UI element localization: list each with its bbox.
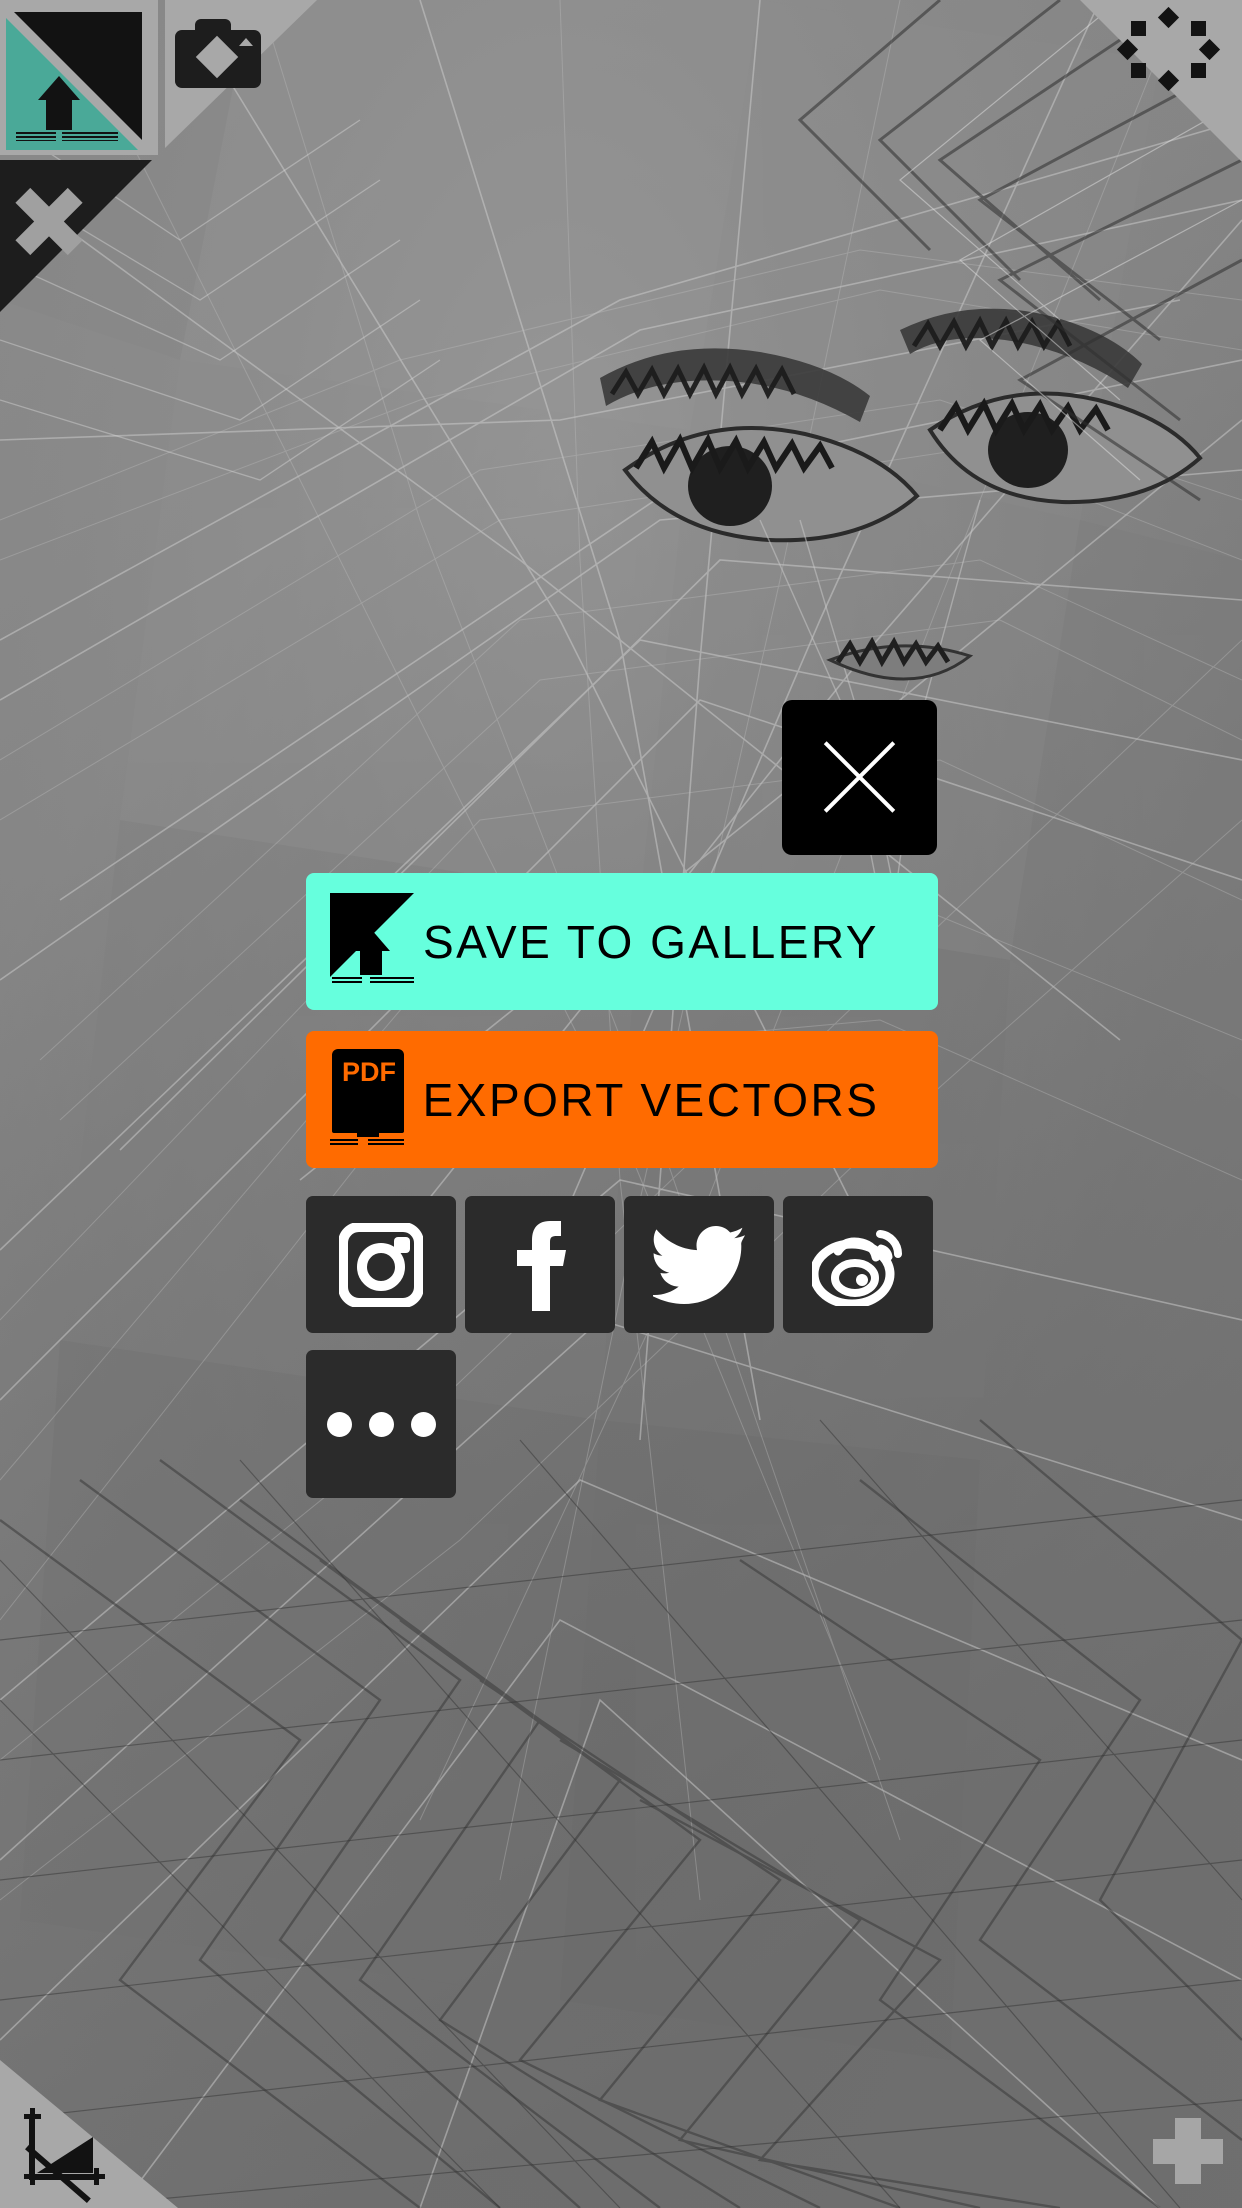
close-corner-tool[interactable]: [0, 160, 152, 312]
add-corner-tool[interactable]: [1120, 2080, 1242, 2208]
close-sheet-button[interactable]: [782, 700, 937, 855]
weibo-icon: [812, 1229, 903, 1306]
triangle-nodes-corner-tool[interactable]: [0, 2060, 178, 2208]
share-twitter-button[interactable]: [624, 1196, 774, 1333]
camera-flash-icon: [239, 38, 253, 46]
point-pattern-icon-dot-2: [1131, 21, 1146, 36]
save-to-gallery-corner-tool[interactable]: [0, 0, 158, 155]
point-pattern-icon-dot-6: [1131, 63, 1146, 78]
camera-corner-tool[interactable]: [165, 0, 317, 148]
facebook-icon: [517, 1220, 566, 1311]
point-pattern-corner-tool[interactable]: [1080, 0, 1242, 162]
share-instagram-button[interactable]: [306, 1196, 456, 1333]
geometry-tool-triangle: [0, 2060, 178, 2208]
point-pattern-icon-dot-3: [1191, 21, 1206, 36]
twitter-icon: [653, 1225, 745, 1304]
save-tool-arrow-body-icon: [46, 96, 72, 130]
pdf-icon-label: PDF: [342, 1056, 396, 1087]
more-dots-icon-dot-2: [368, 1411, 394, 1437]
point-pattern-icon-dot-7: [1191, 63, 1206, 78]
instagram-icon: [339, 1222, 423, 1307]
save-tool-baseline-left: [16, 132, 56, 141]
more-dots-icon-dot-3: [410, 1411, 436, 1437]
geometry-icon-node-bottom-right: [88, 2168, 105, 2185]
export-vectors-label: EXPORT VECTORS: [422, 1073, 880, 1126]
save-to-gallery-button[interactable]: SAVE TO GALLERY: [306, 873, 938, 1010]
pdf-export-icon: PDF: [326, 1045, 422, 1155]
geometry-icon-node-top: [24, 2108, 41, 2125]
plus-icon-horizontal: [1153, 2139, 1223, 2164]
export-vectors-button[interactable]: PDF EXPORT VECTORS: [306, 1031, 938, 1168]
save-arrow-icon: [326, 887, 422, 997]
more-share-options-button[interactable]: [306, 1350, 456, 1498]
save-to-gallery-label: SAVE TO GALLERY: [423, 915, 879, 968]
geometry-icon-node-bottom-left: [24, 2168, 41, 2185]
save-tool-baseline-right: [62, 132, 118, 141]
more-dots-icon-dot-1: [326, 1411, 352, 1437]
share-weibo-button[interactable]: [783, 1196, 933, 1333]
share-facebook-button[interactable]: [465, 1196, 615, 1333]
